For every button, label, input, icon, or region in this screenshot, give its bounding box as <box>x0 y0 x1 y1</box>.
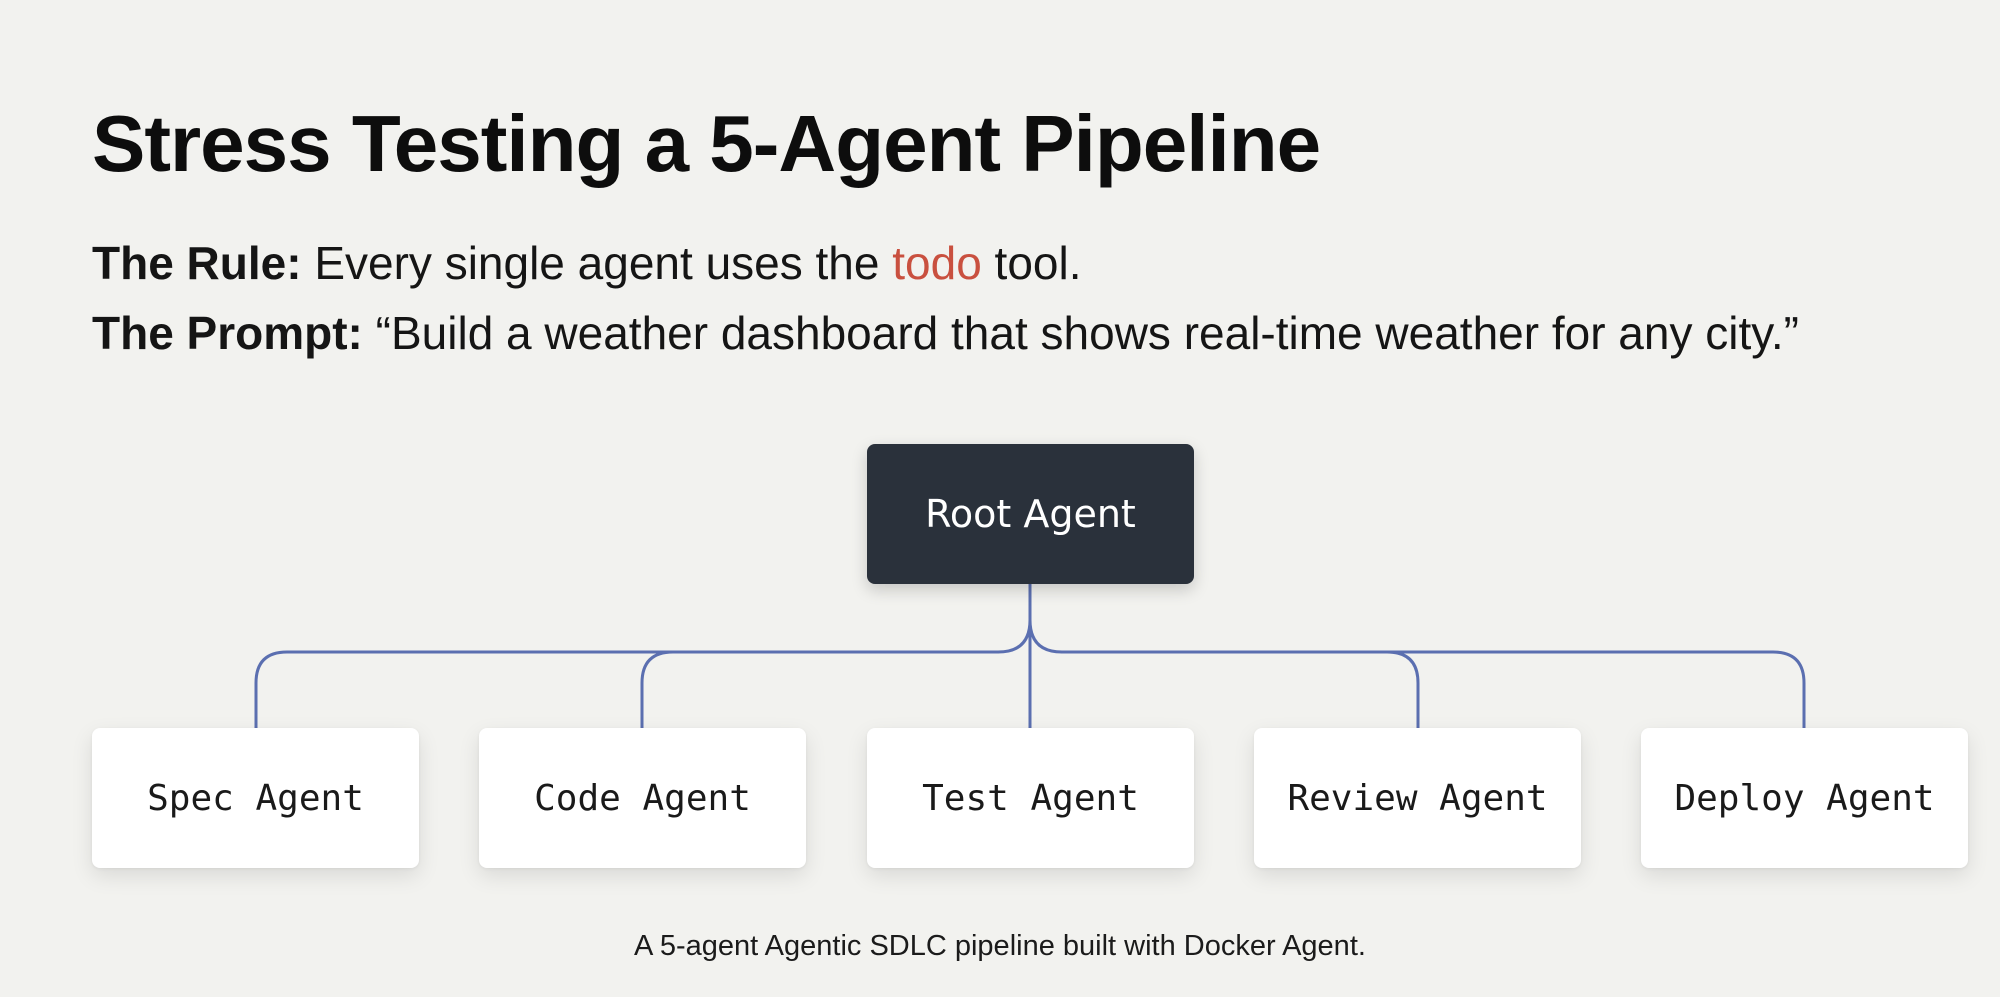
deploy-agent-node: Deploy Agent <box>1641 728 1968 868</box>
root-agent-node: Root Agent <box>867 444 1194 584</box>
code-agent-node: Code Agent <box>479 728 806 868</box>
connector-code-agent <box>640 650 1000 730</box>
connector-review-agent <box>1060 650 1420 730</box>
connector-deploy-agent <box>1060 650 1806 730</box>
review-agent-node: Review Agent <box>1254 728 1581 868</box>
test-agent-node: Test Agent <box>867 728 1194 868</box>
diagram-caption: A 5-agent Agentic SDLC pipeline built wi… <box>634 930 1366 962</box>
connector-spec-agent <box>254 650 1000 730</box>
slide: Stress Testing a 5-Agent Pipeline The Ru… <box>0 0 2000 997</box>
spec-agent-node: Spec Agent <box>92 728 419 868</box>
